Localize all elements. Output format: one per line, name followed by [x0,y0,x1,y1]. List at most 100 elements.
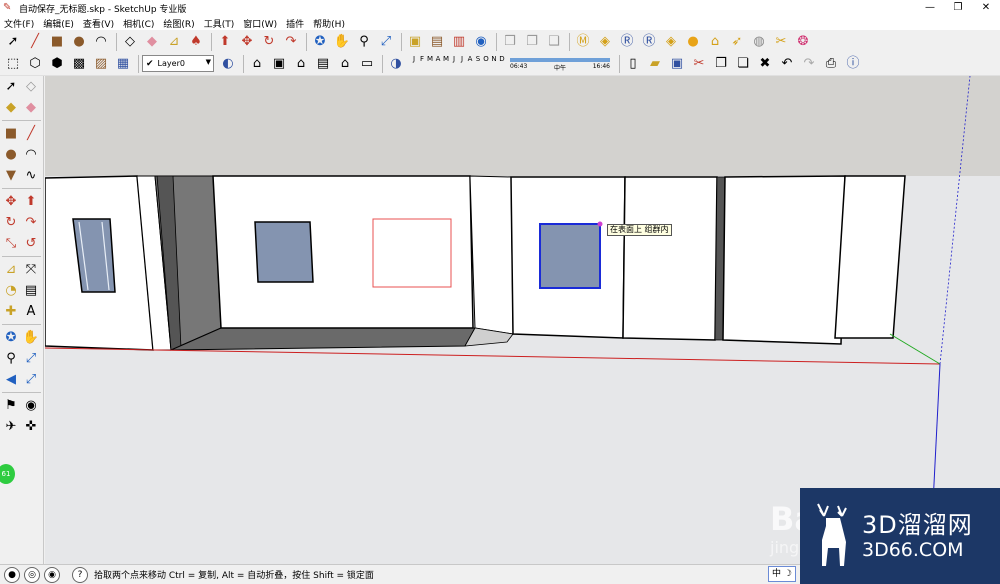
print-icon[interactable]: ⎙ [821,54,841,74]
solid-trim-icon[interactable]: ❑ [544,32,564,52]
circle-tool-icon[interactable]: ● [69,32,89,52]
tape-measure-icon[interactable]: ⊿ [164,32,184,52]
wall-panel-right-1[interactable] [622,176,718,341]
menu-view[interactable]: 查看(V) [83,17,114,30]
google-earth-icon[interactable]: ◉ [471,32,491,52]
axes-tool-icon[interactable]: ✚ [1,302,21,322]
eraser-tool-icon[interactable]: ◆ [142,32,162,52]
scale-tool-icon[interactable]: ⤡ [1,234,21,254]
line-tool-icon[interactable]: ╱ [21,124,41,144]
paint-bucket-icon[interactable]: ♠ [186,32,206,52]
model-info-icon[interactable]: ⓘ [843,54,863,74]
color-wheel-icon[interactable]: ❂ [793,32,813,52]
select-tool-icon[interactable]: ➚ [3,32,23,52]
eraser-tool-icon[interactable]: ◇ [21,77,41,97]
wall-panel-middle[interactable] [212,175,474,329]
user-icon[interactable]: ◉ [44,566,60,583]
move-tool-icon[interactable]: ✥ [237,32,257,52]
opening-floor[interactable] [170,327,476,351]
zoom-window-icon[interactable]: ⤢ [21,349,41,369]
shaded-view-icon[interactable]: ▩ [69,54,89,74]
layer-manager-icon[interactable]: ◐ [218,54,238,74]
wireframe-view-icon[interactable]: ⬡ [25,54,45,74]
follow-me-icon[interactable]: ↷ [281,32,301,52]
menu-help[interactable]: 帮助(H) [313,17,345,30]
hidden-line-view-icon[interactable]: ⬢ [47,54,67,74]
top-view-icon[interactable]: ▣ [269,54,289,74]
polygon-tool-icon[interactable]: ▼ [1,166,21,186]
paste-icon[interactable]: ❏ [733,54,753,74]
credits-icon[interactable]: ◎ [24,566,40,583]
zoom-extents-icon[interactable]: ⤢ [21,370,41,390]
push-pull-icon[interactable]: ⬆ [215,32,235,52]
redo-icon[interactable]: ↷ [799,54,819,74]
layer-dropdown[interactable]: ✔ Layer0 ▼ [142,55,214,72]
position-camera-icon[interactable]: ⚑ [1,396,21,416]
push-pull-icon[interactable]: ⬆ [21,192,41,212]
eraser-pink-icon[interactable]: ◆ [21,98,41,118]
orbit-tool-icon[interactable]: ✪ [310,32,330,52]
iso-view-icon[interactable]: ⌂ [247,54,267,74]
ruby-r-icon[interactable]: Ⓡ [617,32,637,52]
look-around-icon[interactable]: ◉ [21,396,41,416]
circle-tool-icon[interactable]: ● [1,145,21,165]
cap-icon[interactable]: ⌂ [705,32,725,52]
window-square[interactable] [254,221,314,283]
menu-plugins[interactable]: 插件 [286,17,304,30]
walk-tool-icon[interactable]: ✈ [1,417,21,437]
solid-subtract-icon[interactable]: ❐ [522,32,542,52]
line-tool-icon[interactable]: ╱ [25,32,45,52]
open-file-icon[interactable]: ▰ [645,54,665,74]
previous-view-icon[interactable]: ◀ [1,370,21,390]
monochrome-view-icon[interactable]: ▦ [113,54,133,74]
protractor-tool-icon[interactable]: ◔ [1,281,21,301]
close-button[interactable]: ✕ [972,0,1000,16]
shadow-settings-icon[interactable]: ◑ [386,54,406,74]
follow-me-icon[interactable]: ↷ [21,213,41,233]
shadow-timeline[interactable]: J F M A M J J A S O N D 06:43 中午 16:46 [410,54,610,74]
tag-tool-icon[interactable]: ◈ [661,32,681,52]
zoom-tool-icon[interactable]: ⚲ [354,32,374,52]
textured-view-icon[interactable]: ▨ [91,54,111,74]
tape-measure-icon[interactable]: ⊿ [1,260,21,280]
undo-icon[interactable]: ↶ [777,54,797,74]
rectangle-tool-icon[interactable]: ■ [47,32,67,52]
make-component-icon[interactable]: ◇ [120,32,140,52]
pan-tool-icon[interactable]: ✋ [21,328,41,348]
zoom-tool-icon[interactable]: ⚲ [1,349,21,369]
ruby-m-icon[interactable]: Ⓜ [573,32,593,52]
front-view-icon[interactable]: ⌂ [291,54,311,74]
maximize-button[interactable]: ❐ [944,0,972,16]
menu-file[interactable]: 文件(F) [4,17,34,30]
new-file-icon[interactable]: ▯ [623,54,643,74]
back-view-icon[interactable]: ⌂ [335,54,355,74]
ime-indicator[interactable]: 中 ☽ [768,566,796,582]
rectangle-tool-icon[interactable]: ■ [1,124,21,144]
get-models-icon[interactable]: ▣ [405,32,425,52]
zoom-extents-icon[interactable]: ⤢ [376,32,396,52]
rotate-tool-icon[interactable]: ↻ [1,213,21,233]
share-component-icon[interactable]: ▥ [449,32,469,52]
text-tool-icon[interactable]: ▤ [21,281,41,301]
menu-draw[interactable]: 绘图(R) [163,17,194,30]
arrow-plugin-icon[interactable]: ➶ [727,32,747,52]
ball-plugin-icon[interactable]: ◍ [749,32,769,52]
month-slider[interactable]: J F M A M J J A S O N D [410,55,506,63]
rotate-tool-icon[interactable]: ↻ [259,32,279,52]
save-file-icon[interactable]: ▣ [667,54,687,74]
left-view-icon[interactable]: ▭ [357,54,377,74]
arc-tool-icon[interactable]: ◠ [91,32,111,52]
time-slider[interactable] [510,57,610,62]
menu-window[interactable]: 窗口(W) [243,17,277,30]
wall-panel-right-2[interactable] [722,175,846,345]
xray-view-icon[interactable]: ⬚ [3,54,23,74]
delete-icon[interactable]: ✖ [755,54,775,74]
sphere-icon[interactable]: ● [683,32,703,52]
help-icon[interactable]: ? [72,566,88,583]
cut-icon[interactable]: ✂ [689,54,709,74]
offset-tool-icon[interactable]: ↺ [21,234,41,254]
share-model-icon[interactable]: ▤ [427,32,447,52]
ruby-tag-icon[interactable]: ◈ [595,32,615,52]
menu-tools[interactable]: 工具(T) [204,17,235,30]
select-tool-icon[interactable]: ➚ [1,77,21,97]
